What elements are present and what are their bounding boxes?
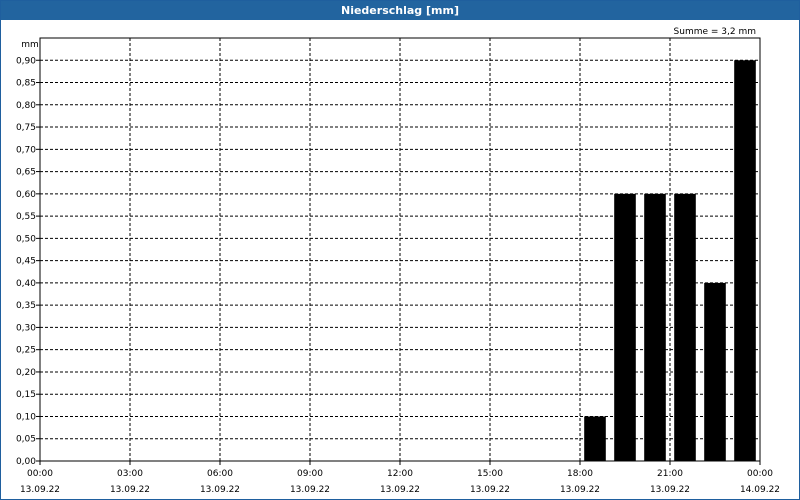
- y-tick-label: 0,40: [16, 279, 36, 289]
- y-tick-label: 0,75: [16, 123, 36, 133]
- y-tick-label: 0,70: [16, 145, 36, 155]
- x-tick-time: 21:00: [657, 469, 683, 479]
- x-tick-time: 06:00: [207, 469, 233, 479]
- bar-2230: [704, 282, 726, 461]
- y-tick-label: 0,25: [16, 346, 36, 356]
- y-tick-label: 0,20: [16, 368, 36, 378]
- x-tick-date: 13.09.22: [290, 485, 330, 495]
- x-tick-date: 13.09.22: [20, 485, 60, 495]
- y-tick-label: 0,80: [16, 101, 36, 111]
- y-tick-label: 0,90: [16, 56, 36, 66]
- x-tick-time: 00:00: [747, 469, 773, 479]
- x-tick-time: 18:00: [567, 469, 593, 479]
- bar-2030: [644, 193, 666, 461]
- x-tick-time: 09:00: [297, 469, 323, 479]
- x-tick-date: 14.09.22: [740, 485, 780, 495]
- y-tick-label: 0,05: [16, 435, 36, 445]
- x-tick-time: 12:00: [387, 469, 413, 479]
- y-tick-label: 0,10: [16, 412, 36, 422]
- x-tick-time: 00:00: [27, 469, 53, 479]
- x-tick-date: 13.09.22: [110, 485, 150, 495]
- x-tick-date: 13.09.22: [650, 485, 690, 495]
- y-tick-label: 0,55: [16, 212, 36, 222]
- y-tick-label: 0,60: [16, 190, 36, 200]
- y-axis-label: mm: [21, 40, 39, 50]
- x-tick-time: 03:00: [117, 469, 143, 479]
- bar-2330: [734, 60, 756, 462]
- y-tick-label: 0,45: [16, 257, 36, 267]
- y-tick-label: 0,00: [16, 457, 36, 467]
- bar-2130: [674, 193, 696, 461]
- y-tick-label: 0,85: [16, 79, 36, 89]
- x-tick-date: 13.09.22: [470, 485, 510, 495]
- y-tick-label: 0,35: [16, 301, 36, 311]
- x-tick-date: 13.09.22: [200, 485, 240, 495]
- y-tick-label: 0,15: [16, 390, 36, 400]
- precipitation-chart: 0,00 0,05 0,10 0,15 0,20 0,25 0,30 0,35 0,40 0,45…: [16, 27, 780, 495]
- x-tick-time: 15:00: [477, 469, 503, 479]
- x-tick-date: 13.09.22: [560, 485, 600, 495]
- bar-1830: [584, 416, 606, 461]
- x-tick-date: 13.09.22: [380, 485, 420, 495]
- bar-1930: [614, 193, 636, 461]
- sum-annotation: Summe = 3,2 mm: [674, 27, 756, 37]
- y-tick-label: 0,30: [16, 323, 36, 333]
- y-tick-label: 0,65: [16, 168, 36, 178]
- y-tick-label: 0,50: [16, 234, 36, 244]
